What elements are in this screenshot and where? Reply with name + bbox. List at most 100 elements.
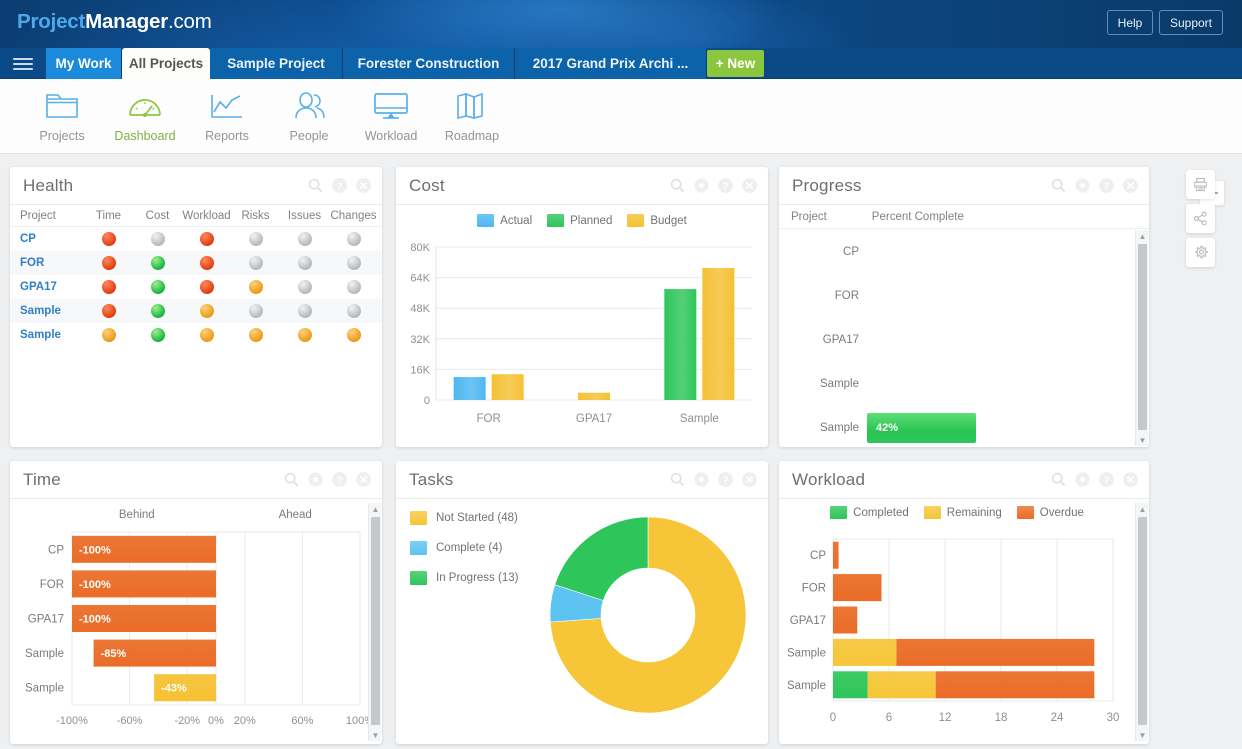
svg-text:-60%: -60%	[117, 715, 143, 727]
health-col-workload: Workload	[182, 210, 231, 222]
progress-scrollbar[interactable]: ▲ ▼	[1135, 230, 1148, 446]
gear-icon[interactable]	[307, 471, 324, 488]
progress-row-label: Sample	[779, 422, 859, 434]
share-button[interactable]	[1186, 204, 1215, 233]
search-icon[interactable]	[669, 177, 686, 194]
health-table-row: CP	[10, 227, 382, 251]
app-logo[interactable]: ProjectManager.com	[17, 10, 212, 34]
scroll-up-arrow[interactable]: ▲	[1136, 503, 1149, 515]
svg-text:Sample: Sample	[787, 680, 826, 692]
workload-panel: Workload ? CompletedRemainingOverdue 061…	[779, 461, 1149, 744]
health-project-link[interactable]: GPA17	[10, 281, 84, 293]
cost-panel-actions: ?	[669, 177, 758, 194]
health-project-link[interactable]: Sample	[10, 305, 84, 317]
svg-text:FOR: FOR	[40, 579, 64, 591]
scroll-thumb[interactable]	[1138, 244, 1147, 430]
help-icon[interactable]: ?	[1098, 177, 1115, 194]
help-icon[interactable]: ?	[717, 471, 734, 488]
progress-bar: 42%	[867, 413, 976, 443]
close-icon[interactable]	[355, 177, 372, 194]
search-icon[interactable]	[307, 177, 324, 194]
legend-item[interactable]: Remaining	[924, 506, 1002, 519]
progress-row-label: FOR	[779, 290, 859, 302]
svg-text:GPA17: GPA17	[28, 614, 64, 626]
search-icon[interactable]	[1050, 471, 1067, 488]
scroll-down-arrow[interactable]: ▼	[1136, 434, 1149, 446]
help-icon[interactable]: ?	[331, 471, 348, 488]
close-icon[interactable]	[741, 177, 758, 194]
svg-text:Ahead: Ahead	[279, 509, 312, 521]
svg-text:-85%: -85%	[101, 648, 127, 660]
close-icon[interactable]	[741, 471, 758, 488]
time-scrollbar[interactable]: ▲ ▼	[368, 503, 381, 741]
gear-icon[interactable]	[693, 471, 710, 488]
tab-my-work[interactable]: My Work	[46, 48, 122, 79]
progress-panel-header: Progress ?	[779, 167, 1149, 205]
tab-2017-grand-prix-archi[interactable]: 2017 Grand Prix Archi ...	[515, 48, 707, 79]
legend-item[interactable]: Overdue	[1017, 506, 1084, 519]
support-button[interactable]: Support	[1159, 10, 1223, 35]
health-col-time: Time	[84, 210, 133, 222]
legend-label: Completed	[853, 507, 909, 519]
settings-button[interactable]	[1186, 238, 1215, 267]
help-icon[interactable]: ?	[717, 177, 734, 194]
scroll-thumb[interactable]	[1138, 517, 1147, 725]
scroll-up-arrow[interactable]: ▲	[1136, 230, 1149, 242]
workload-scrollbar[interactable]: ▲ ▼	[1135, 503, 1148, 741]
search-icon[interactable]	[283, 471, 300, 488]
share-icon	[1193, 211, 1208, 226]
tab-sample-project[interactable]: Sample Project	[210, 48, 343, 79]
gear-icon[interactable]	[693, 177, 710, 194]
help-icon[interactable]: ?	[1098, 471, 1115, 488]
tab-forester-construction[interactable]: Forester Construction	[343, 48, 515, 79]
workload-chart: 0612182430CPFORGPA17SampleSample	[779, 529, 1135, 739]
nav-item-dashboard[interactable]: Dashboard	[101, 88, 189, 148]
scroll-down-arrow[interactable]: ▼	[1136, 729, 1149, 741]
search-icon[interactable]	[669, 471, 686, 488]
donut-slice[interactable]	[555, 517, 648, 600]
legend-item[interactable]: Budget	[627, 214, 686, 227]
legend-item[interactable]: Completed	[830, 506, 909, 519]
close-icon[interactable]	[1122, 177, 1139, 194]
close-icon[interactable]	[355, 471, 372, 488]
print-button[interactable]	[1186, 170, 1215, 199]
nav-item-roadmap[interactable]: Roadmap	[428, 88, 516, 148]
svg-text:80K: 80K	[410, 242, 430, 254]
legend-item[interactable]: In Progress (13)	[410, 571, 518, 585]
health-status-cell	[182, 280, 231, 294]
legend-swatch	[627, 214, 644, 227]
close-icon[interactable]	[1122, 471, 1139, 488]
svg-text:GPA17: GPA17	[790, 615, 826, 627]
help-button[interactable]: Help	[1107, 10, 1153, 35]
gear-icon[interactable]	[1074, 471, 1091, 488]
scroll-up-arrow[interactable]: ▲	[369, 503, 382, 515]
svg-text:6: 6	[886, 712, 892, 724]
scroll-thumb[interactable]	[371, 517, 380, 725]
scroll-down-arrow[interactable]: ▼	[369, 729, 382, 741]
legend-item[interactable]: Actual	[477, 214, 532, 227]
legend-label: Not Started (48)	[436, 512, 518, 524]
search-icon[interactable]	[1050, 177, 1067, 194]
health-project-link[interactable]: CP	[10, 233, 84, 245]
svg-text:-100%: -100%	[79, 614, 111, 626]
tab-new[interactable]: + New	[707, 50, 764, 77]
help-icon[interactable]: ?	[331, 177, 348, 194]
legend-item[interactable]: Planned	[547, 214, 612, 227]
nav-item-workload[interactable]: Workload	[347, 88, 435, 148]
hamburger-menu-icon[interactable]	[13, 55, 33, 72]
nav-item-label: Reports	[205, 129, 249, 143]
nav-item-reports[interactable]: Reports	[183, 88, 271, 148]
health-project-link[interactable]: FOR	[10, 257, 84, 269]
tab-all-projects[interactable]: All Projects	[122, 48, 210, 79]
nav-item-people[interactable]: People	[265, 88, 353, 148]
legend-item[interactable]: Complete (4)	[410, 541, 518, 555]
legend-item[interactable]: Not Started (48)	[410, 511, 518, 525]
nav-item-projects[interactable]: Projects	[18, 88, 106, 148]
progress-panel-title: Progress	[792, 176, 862, 196]
health-project-link[interactable]: Sample	[10, 329, 84, 341]
gear-icon[interactable]	[1074, 177, 1091, 194]
status-dot-orange	[249, 280, 263, 294]
health-status-cell	[280, 304, 329, 318]
legend-swatch	[830, 506, 847, 519]
cost-panel: Cost ? ActualPlannedBudget 016K32K48K64K…	[396, 167, 768, 447]
